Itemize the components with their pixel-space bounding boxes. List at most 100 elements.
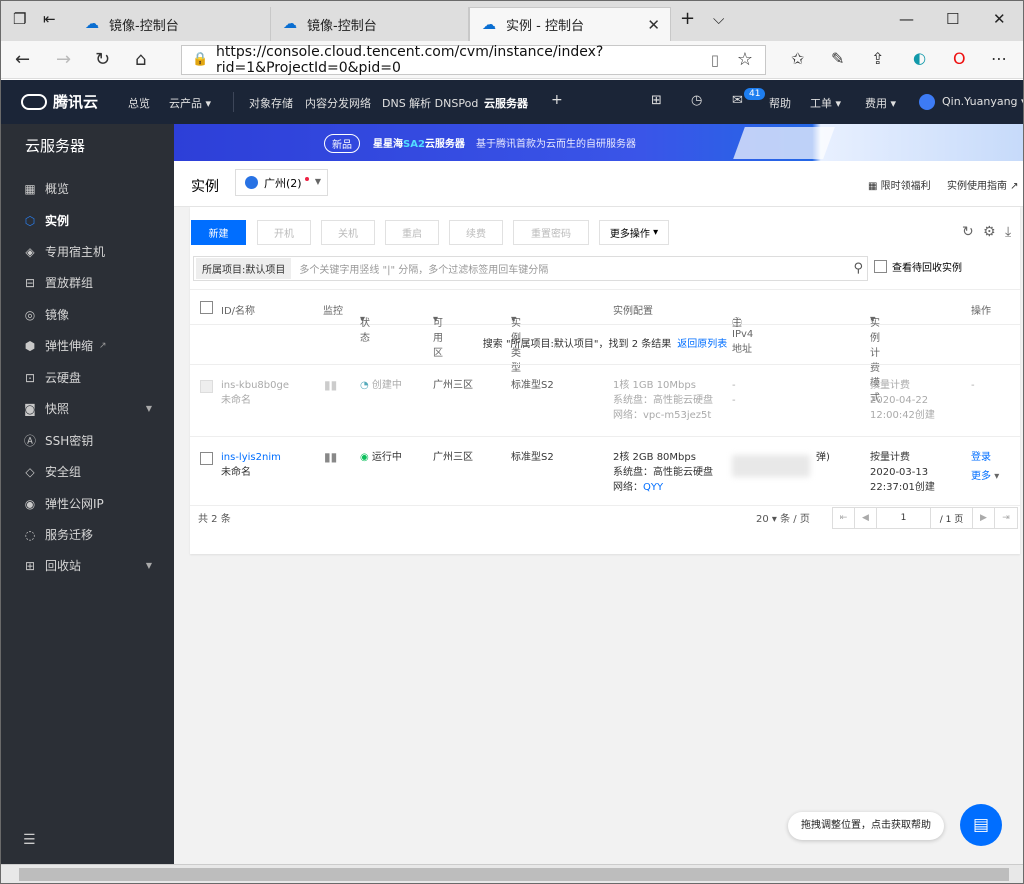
stop-button[interactable]: 关机 <box>321 220 375 245</box>
nav-products[interactable]: 云产品 ▾ <box>169 95 211 111</box>
ipv4-address: - <box>732 380 736 391</box>
share-icon[interactable]: ⇪ <box>871 49 884 68</box>
config-spec: 1核 1GB 10Mbps <box>613 380 696 391</box>
monitor-icon[interactable]: ▮▮ <box>324 378 337 393</box>
reset-password-button[interactable]: 重置密码 <box>513 220 589 245</box>
recycle-toggle[interactable]: 查看待回收实例 <box>874 259 962 274</box>
instance-id[interactable]: ins-kbu8b0ge <box>221 378 289 393</box>
back-to-list-link[interactable]: 返回原列表 <box>677 339 727 350</box>
clock-icon[interactable]: ◷ <box>691 93 702 108</box>
tab-mirror-1[interactable]: ☁ 镜像-控制台 <box>73 7 271 41</box>
sidebar-item-cbs[interactable]: ⊡ 云硬盘 <box>1 362 174 393</box>
doc-icon[interactable]: ⊞ <box>651 93 662 108</box>
sidebar-item-security-group[interactable]: ◇ 安全组 <box>1 456 174 487</box>
nav-ticket[interactable]: 工单 ▾ <box>810 95 841 111</box>
instance-id[interactable]: ins-lyis2nim <box>221 450 281 465</box>
new-tab-icon[interactable]: + <box>680 8 695 29</box>
last-page-icon[interactable]: ⇥ <box>995 508 1017 528</box>
more-menu-icon[interactable]: ⋯ <box>991 49 1007 68</box>
recycle-checkbox[interactable] <box>874 260 887 273</box>
row-checkbox[interactable] <box>200 380 213 393</box>
extension-icon[interactable]: ◐ <box>913 49 926 67</box>
new-instance-button[interactable]: 新建 <box>191 220 246 245</box>
back-icon[interactable]: ← <box>15 49 30 70</box>
forward-icon[interactable]: → <box>56 49 71 70</box>
scrollbar-thumb[interactable] <box>19 868 1009 881</box>
pen-icon[interactable]: ✎ <box>831 49 844 68</box>
chevron-down-icon[interactable]: ⌵ <box>713 10 724 28</box>
start-button[interactable]: 开机 <box>257 220 311 245</box>
search-input[interactable]: 所属项目:默认项目 多个关键字用竖线 "|" 分隔，多个过滤标签用回车键分隔 ⚲ <box>193 256 868 281</box>
close-tab-icon[interactable]: ✕ <box>647 16 660 34</box>
nav-cvm[interactable]: 云服务器 <box>484 95 528 111</box>
sidebar-item-overview[interactable]: ▦ 概览 <box>1 173 174 204</box>
favorite-star-icon[interactable]: ☆ <box>737 49 753 70</box>
nav-cos[interactable]: 对象存储 <box>249 95 293 111</box>
set-aside-icon[interactable]: ⇤ <box>43 10 56 28</box>
more-link[interactable]: 更多 ▾ <box>971 469 999 484</box>
avatar[interactable] <box>919 94 935 110</box>
first-page-icon[interactable]: ⇤ <box>833 508 855 528</box>
grid-icon: ▦ <box>24 181 36 196</box>
disc-icon: ◎ <box>24 307 36 322</box>
opera-icon[interactable]: O <box>953 49 966 68</box>
sidebar-item-ssh-key[interactable]: Ⓐ SSH密钥 <box>1 425 174 456</box>
cube-icon: ⬡ <box>24 213 36 228</box>
download-icon[interactable]: ⤓ <box>1005 224 1011 240</box>
refresh-icon[interactable]: ↻ <box>95 49 110 70</box>
tab-actions-icon[interactable]: ❐ <box>13 10 26 28</box>
tab-mirror-2[interactable]: ☁ 镜像-控制台 <box>271 7 469 41</box>
login-link[interactable]: 登录 <box>971 450 991 465</box>
minimize-icon[interactable]: — <box>899 10 914 28</box>
nav-help[interactable]: 帮助 <box>769 95 791 111</box>
select-all-checkbox[interactable] <box>200 301 213 314</box>
favorites-icon[interactable]: ✩ <box>791 49 804 68</box>
page-input[interactable]: 1 <box>877 508 931 528</box>
ip-tail: 弹) <box>816 452 830 463</box>
sidebar-item-dedicated-host[interactable]: ◈ 专用宿主机 <box>1 236 174 267</box>
row-checkbox[interactable] <box>200 452 213 465</box>
renew-button[interactable]: 续费 <box>449 220 503 245</box>
search-icon[interactable]: ⚲ <box>853 261 863 276</box>
limited-offer-link[interactable]: ▦ 限时领福利 <box>868 177 931 192</box>
help-chat-button[interactable]: ▤ <box>960 804 1002 846</box>
add-shortcut-icon[interactable]: + <box>551 92 563 108</box>
nav-dns[interactable]: DNS 解析 DNSPod <box>382 95 478 111</box>
more-actions-button[interactable]: 更多操作 ▾ <box>599 220 669 245</box>
nav-fee[interactable]: 费用 ▾ <box>865 95 896 111</box>
sidebar-item-migration[interactable]: ◌ 服务迁移 <box>1 519 174 550</box>
mail-icon[interactable]: ✉ <box>732 93 743 108</box>
sidebar-item-eip[interactable]: ◉ 弹性公网IP <box>1 488 174 519</box>
close-window-icon[interactable]: ✕ <box>993 10 1006 28</box>
user-menu[interactable]: Qin.Yuanyang ▾ <box>942 95 1023 108</box>
sidebar-item-image[interactable]: ◎ 镜像 <box>1 299 174 330</box>
sidebar-item-placement-group[interactable]: ⊟ 置放群组 <box>1 267 174 298</box>
reading-view-icon[interactable]: ▯ <box>711 51 719 69</box>
collapse-sidebar-icon[interactable]: ☰ <box>23 832 36 848</box>
url-input[interactable]: 🔒 https://console.cloud.tencent.com/cvm/… <box>181 44 766 76</box>
page-header: 实例 广州(2) ▼ ▦ 限时领福利 实例使用指南 ↗ <box>174 161 1023 207</box>
project-filter-tag[interactable]: 所属项目:默认项目 <box>196 258 292 279</box>
page-size-select[interactable]: 20 ▾ 条 / 页 <box>756 510 810 525</box>
nav-overview[interactable]: 总览 <box>128 95 150 111</box>
sidebar-item-instance[interactable]: ⬡ 实例 <box>1 205 174 236</box>
nav-cdn[interactable]: 内容分发网络 <box>305 95 371 111</box>
refresh-icon[interactable]: ↻ <box>962 224 974 240</box>
sidebar-item-recycle-bin[interactable]: ⊞ 回收站 ▼ <box>1 550 174 581</box>
brand-logo[interactable]: 腾讯云 <box>21 91 98 112</box>
prev-page-icon[interactable]: ◀ <box>855 508 877 528</box>
sidebar-item-snapshot[interactable]: ◙ 快照 ▼ <box>1 393 174 424</box>
restart-button[interactable]: 重启 <box>385 220 439 245</box>
home-icon[interactable]: ⌂ <box>135 49 146 70</box>
region-select[interactable]: 广州(2) ▼ <box>235 169 328 196</box>
next-page-icon[interactable]: ▶ <box>973 508 995 528</box>
horizontal-scrollbar[interactable] <box>1 864 1023 883</box>
monitor-icon[interactable]: ▮▮ <box>324 450 337 465</box>
promo-banner[interactable]: 新品 星星海SA2云服务器 基于腾讯首款为云而生的自研服务器 <box>174 124 1023 161</box>
usage-guide-link[interactable]: 实例使用指南 ↗ <box>947 177 1019 192</box>
vpc-link[interactable]: QYY <box>643 482 663 493</box>
tab-instance[interactable]: ☁ 实例 - 控制台 ✕ <box>469 7 671 41</box>
gear-icon[interactable]: ⚙ <box>983 224 996 240</box>
maximize-icon[interactable]: ☐ <box>946 10 959 28</box>
sidebar-item-autoscaling[interactable]: ⬢ 弹性伸缩 ↗ <box>1 330 174 361</box>
